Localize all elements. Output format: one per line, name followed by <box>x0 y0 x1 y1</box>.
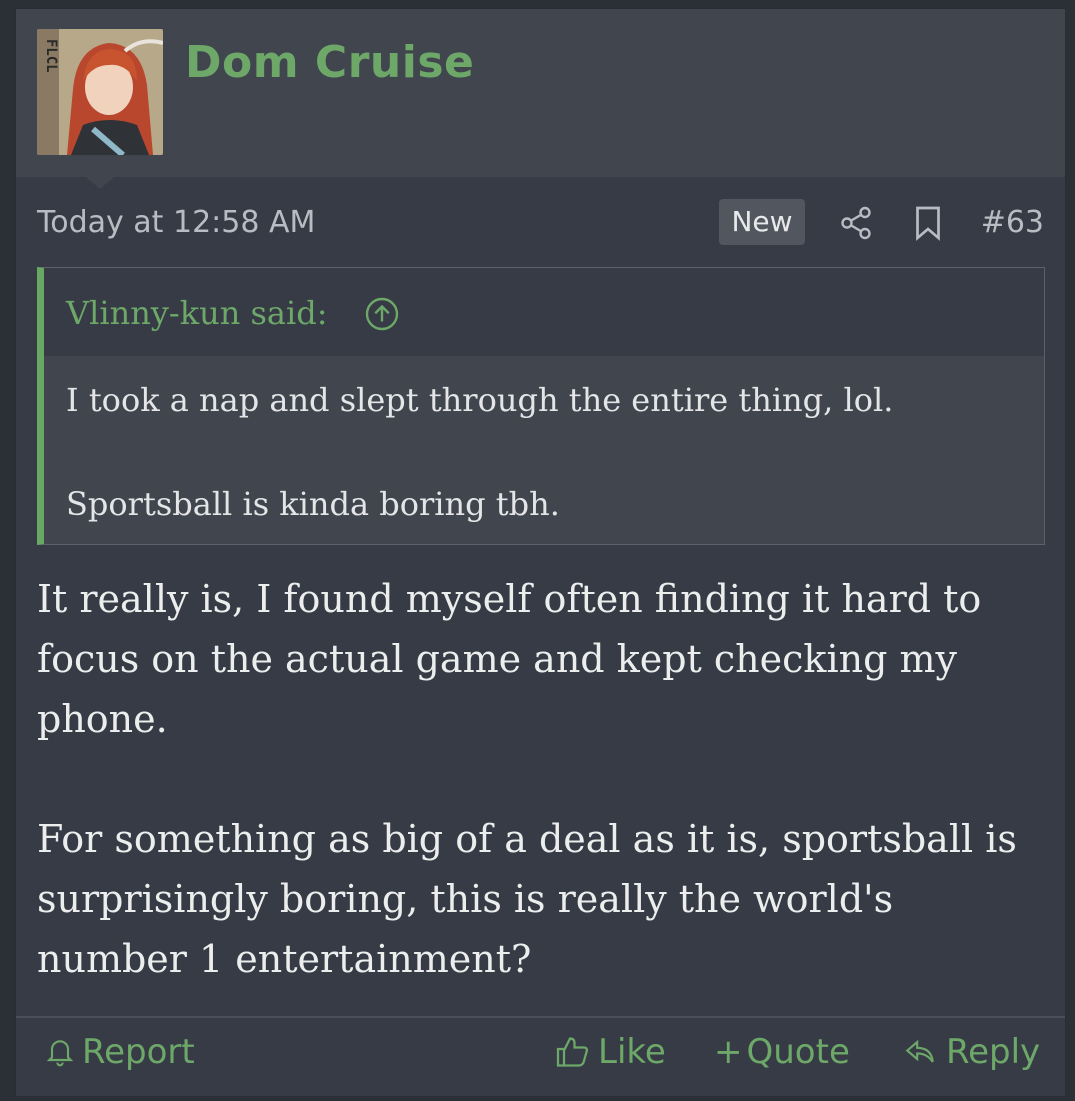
reply-button[interactable]: Reply <box>900 1032 1040 1072</box>
quote-block: Vlinny-kun said: I took a nap and slept … <box>37 267 1045 545</box>
jump-to-quote-icon[interactable] <box>364 296 400 337</box>
bell-icon <box>46 1040 74 1067</box>
reply-arrow-icon <box>905 1039 934 1063</box>
reply-label: Reply <box>946 1032 1041 1072</box>
forum-post: FLCL Dom Cruise Today at 12:58 AM New #6… <box>15 8 1066 1097</box>
quote-line: Sportsball is kinda boring tbh. <box>66 485 560 523</box>
quote-author-link[interactable]: Vlinny-kun said: <box>66 294 327 332</box>
message-paragraph: It really is, I found myself often findi… <box>37 577 982 741</box>
post-actions-bar: Report Like + Quote Reply <box>16 1016 1065 1096</box>
header-pointer <box>86 177 114 189</box>
new-badge: New <box>719 199 805 245</box>
svg-text:FLCL: FLCL <box>43 39 59 73</box>
share-icon[interactable] <box>838 205 874 246</box>
quote-line: I took a nap and slept through the entir… <box>66 381 894 419</box>
like-label: Like <box>598 1032 666 1072</box>
post-number-link[interactable]: #63 <box>981 205 1044 240</box>
post-timestamp[interactable]: Today at 12:58 AM <box>37 205 315 240</box>
like-button[interactable]: Like <box>554 1032 666 1072</box>
message-body: It really is, I found myself often findi… <box>37 569 1047 989</box>
bookmark-icon[interactable] <box>913 205 943 246</box>
quote-content: I took a nap and slept through the entir… <box>44 356 1044 530</box>
report-button[interactable]: Report <box>44 1032 195 1072</box>
thumbs-up-icon <box>556 1037 588 1067</box>
report-label: Report <box>82 1032 195 1072</box>
quote-header: Vlinny-kun said: <box>44 268 1044 356</box>
username[interactable]: Dom Cruise <box>185 37 474 88</box>
post-user-header: FLCL Dom Cruise <box>16 9 1065 177</box>
quote-label: Quote <box>746 1032 850 1072</box>
user-avatar[interactable]: FLCL <box>37 29 163 155</box>
message-paragraph: For something as big of a deal as it is,… <box>37 817 1017 981</box>
quote-button[interactable]: + Quote <box>714 1032 850 1072</box>
avatar-image-icon: FLCL <box>37 29 163 155</box>
plus-icon: + <box>714 1032 743 1072</box>
